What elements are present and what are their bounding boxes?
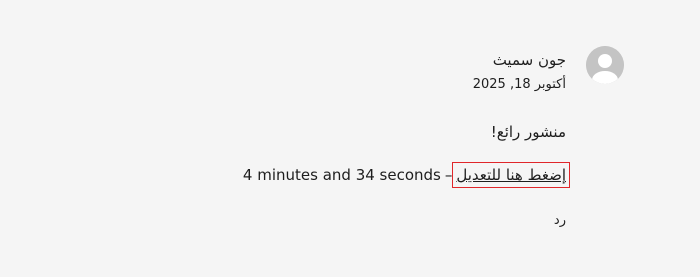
- avatar: [586, 46, 624, 84]
- edit-row: إضغط هنا للتعديل–4 minutes and 34 second…: [242, 162, 570, 188]
- comment: جون سميث أكتوبر 18, 2025 منشور رائع! إضغ…: [0, 0, 700, 277]
- comment-text: منشور رائع!: [490, 123, 566, 141]
- comment-date[interactable]: أكتوبر 18, 2025: [473, 76, 566, 94]
- user-silhouette-icon: [586, 46, 624, 84]
- comment-author: جون سميث: [492, 51, 566, 69]
- reply-link[interactable]: رد: [554, 212, 566, 230]
- edit-time-remaining: 4 minutes and 34 seconds: [242, 166, 441, 184]
- edit-separator: –: [444, 166, 453, 184]
- edit-comment-link[interactable]: إضغط هنا للتعديل: [452, 162, 570, 188]
